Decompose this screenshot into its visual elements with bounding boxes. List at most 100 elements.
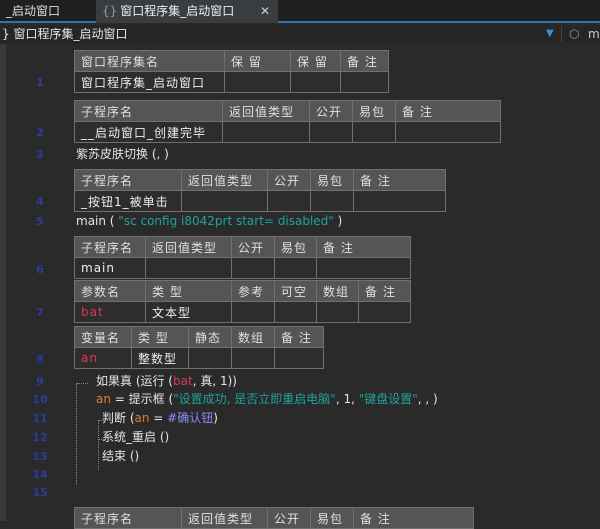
column-header: 子程序名 [74, 507, 182, 529]
table-header-row: 窗口程序集名保 留保 留备 注 [74, 50, 389, 72]
table-cell[interactable]: __启动窗口_创建完毕 [74, 121, 223, 143]
code-token: 系统_重启 () [102, 430, 170, 444]
table-cell[interactable]: bat [74, 301, 146, 323]
tab-window-assembly[interactable]: {} 窗口程序集_启动窗口 ✕ [96, 0, 278, 23]
column-header: 参考 [231, 280, 275, 302]
column-header: 备 注 [340, 50, 389, 72]
column-header: 子程序名 [74, 100, 223, 122]
table-cell[interactable] [231, 301, 275, 323]
column-header: 数组 [231, 326, 275, 348]
table-cell[interactable] [358, 301, 411, 323]
column-header: 备 注 [274, 326, 324, 348]
table-row: an 整数型 [74, 347, 324, 369]
table-cell[interactable] [340, 71, 389, 93]
declaration-table: 子程序名 返回值类型 公开 易包备 注 [74, 507, 474, 529]
table-cell[interactable] [352, 121, 396, 143]
table-cell[interactable] [231, 347, 275, 369]
column-header: 公开 [267, 507, 311, 529]
code-token: 判断 ( [102, 411, 135, 425]
table-cell[interactable] [309, 121, 353, 143]
declaration-table: 子程序名 返回值类型 公开 易包备 注 __启动窗口_创建完毕 [74, 100, 501, 143]
line-number: 4 [36, 195, 44, 208]
editor-gutter [0, 44, 6, 521]
member-dropdown-label[interactable]: m [588, 25, 600, 43]
code-token: main ( [76, 214, 119, 228]
column-header: 数组 [316, 280, 359, 302]
chevron-down-icon[interactable]: ▼ [546, 25, 554, 43]
close-icon[interactable]: ✕ [260, 0, 270, 22]
code-token: = 提示框 ( [110, 392, 174, 406]
line-number: 14 [32, 468, 48, 481]
table-row: main [74, 257, 411, 279]
column-header: 易包 [310, 169, 354, 191]
column-header: 公开 [231, 236, 275, 258]
table-cell[interactable] [267, 190, 311, 212]
table-header-row: 子程序名 返回值类型 公开 易包备 注 [74, 100, 501, 122]
table-cell[interactable] [290, 71, 341, 93]
table-cell[interactable] [316, 301, 359, 323]
table-cell[interactable] [274, 347, 324, 369]
code-line[interactable]: 结束 () [102, 448, 139, 464]
code-token: = [149, 411, 168, 425]
code-line[interactable]: main ( "sc config i8042prt start= disabl… [76, 213, 342, 229]
code-braces-icon: {} [102, 4, 118, 18]
table-cell[interactable] [310, 190, 354, 212]
code-line[interactable]: 紫苏皮肤切换 (, ) [76, 146, 169, 162]
cube-icon: ⬡ [569, 27, 580, 41]
tab-bar: _启动窗口 {} 窗口程序集_启动窗口 ✕ [0, 0, 600, 23]
table-cell[interactable] [274, 301, 317, 323]
column-header: 返回值类型 [222, 100, 310, 122]
column-header: 备 注 [395, 100, 501, 122]
table-cell[interactable]: 整数型 [131, 347, 189, 369]
table-cell[interactable]: 文本型 [145, 301, 232, 323]
code-token: "键盘设置" [358, 392, 418, 406]
line-number: 3 [36, 148, 44, 161]
flow-guide [98, 439, 104, 440]
code-line[interactable]: 如果真 (运行 (bat, 真, 1)) [96, 373, 237, 389]
column-header: 子程序名 [74, 169, 182, 191]
table-cell[interactable] [316, 257, 411, 279]
line-number: 10 [32, 393, 48, 406]
column-header: 备 注 [316, 236, 411, 258]
table-cell[interactable]: an [74, 347, 132, 369]
column-header: 子程序名 [74, 236, 146, 258]
flow-guide [98, 420, 99, 470]
table-header-row: 子程序名 返回值类型 公开 易包备 注 [74, 169, 446, 191]
table-cell[interactable]: _按钮1_被单击 [74, 190, 182, 212]
column-header: 类 型 [145, 280, 232, 302]
line-number: 11 [32, 412, 48, 425]
table-header-row: 变量名类 型静态 数组备 注 [74, 326, 324, 348]
breadcrumb: } 窗口程序集_启动窗口 ▼ ⬡ m [0, 25, 600, 44]
table-cell[interactable] [224, 71, 291, 93]
code-line[interactable]: 判断 (an = #确认钮) [102, 410, 218, 426]
table-cell[interactable] [145, 257, 232, 279]
column-header: 易包 [352, 100, 396, 122]
line-number: 6 [36, 263, 44, 276]
table-row: bat 文本型 [74, 301, 411, 323]
table-header-row: 子程序名 返回值类型 公开 易包备 注 [74, 236, 411, 258]
table-row: 窗口程序集_启动窗口 [74, 71, 389, 93]
table-cell[interactable] [222, 121, 310, 143]
code-token: , 1, [335, 392, 359, 406]
table-cell[interactable] [395, 121, 501, 143]
table-cell[interactable] [274, 257, 317, 279]
declaration-table: 窗口程序集名保 留保 留备 注窗口程序集_启动窗口 [74, 50, 389, 93]
table-row: _按钮1_被单击 [74, 190, 446, 212]
code-token: an [96, 392, 111, 406]
breadcrumb-label[interactable]: 窗口程序集_启动窗口 [13, 27, 127, 41]
table-cell[interactable] [231, 257, 275, 279]
tab-startup-window[interactable]: _启动窗口 [0, 0, 95, 23]
table-cell[interactable]: 窗口程序集_启动窗口 [74, 71, 225, 93]
table-cell[interactable]: main [74, 257, 146, 279]
column-header: 窗口程序集名 [74, 50, 225, 72]
table-cell[interactable] [188, 347, 232, 369]
line-number: 15 [32, 486, 48, 499]
code-line[interactable]: an = 提示框 ("设置成功, 是否立即重启电脑", 1, "键盘设置", ,… [96, 391, 438, 407]
code-line[interactable]: 系统_重启 () [102, 429, 169, 445]
code-token: , 真, 1)) [192, 374, 237, 388]
code-token: an [134, 411, 150, 425]
declaration-table: 子程序名 返回值类型 公开 易包备 注 main [74, 236, 411, 279]
table-cell[interactable] [353, 190, 446, 212]
table-cell[interactable] [181, 190, 268, 212]
code-token: 紫苏皮肤切换 (, ) [76, 147, 169, 161]
